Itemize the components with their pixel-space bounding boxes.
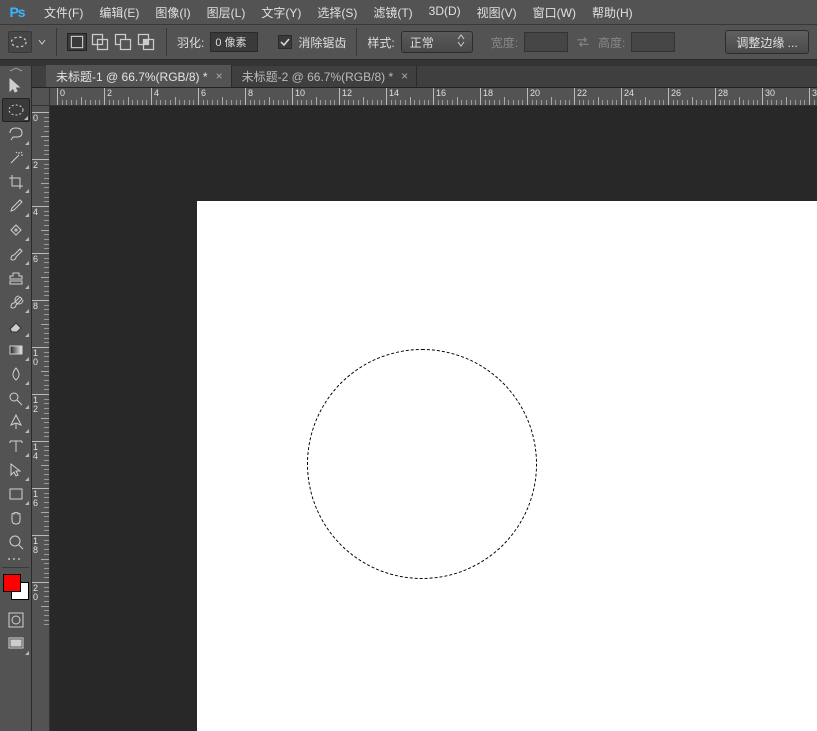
close-icon[interactable]: ×: [399, 69, 410, 83]
toolbox-more[interactable]: [0, 554, 28, 564]
wand-tool[interactable]: [2, 146, 30, 170]
stamp-tool[interactable]: [2, 266, 30, 290]
selection-new-icon[interactable]: [67, 33, 87, 51]
path-select-tool[interactable]: [2, 458, 30, 482]
menu-item[interactable]: 图层(L): [199, 1, 254, 24]
toolbox: [0, 66, 32, 731]
selection-intersect-icon[interactable]: [136, 33, 156, 51]
heal-tool[interactable]: [2, 218, 30, 242]
refine-edge-button[interactable]: 调整边缘 ...: [725, 30, 809, 54]
document-tab[interactable]: 未标题-2 @ 66.7%(RGB/8) * ×: [232, 65, 418, 87]
dodge-tool[interactable]: [2, 386, 30, 410]
options-bar: 羽化: 0 像素 消除锯齿 样式: 正常 宽度: 高度: 调整边缘 ...: [0, 24, 817, 60]
lasso-tool[interactable]: [2, 122, 30, 146]
ruler-horizontal[interactable]: 02468101214161820222426283032: [50, 88, 817, 106]
menu-item[interactable]: 文字(Y): [253, 1, 309, 24]
foreground-swatch[interactable]: [3, 574, 21, 592]
canvas-viewport[interactable]: [50, 106, 817, 731]
gradient-tool[interactable]: [2, 338, 30, 362]
quickmask-icon[interactable]: [2, 608, 30, 632]
document-tab-label: 未标题-2 @ 66.7%(RGB/8) *: [242, 68, 394, 85]
elliptical-selection-marquee: [307, 349, 537, 579]
style-label: 样式:: [367, 34, 394, 51]
antialias-checkbox[interactable]: [278, 35, 292, 49]
menu-item[interactable]: 编辑(E): [91, 1, 147, 24]
menu-item[interactable]: 滤镜(T): [365, 1, 420, 24]
preset-dropdown-icon[interactable]: [38, 35, 46, 49]
marquee-ellipse-tool[interactable]: [2, 98, 30, 122]
menu-bar: Ps 文件(F)编辑(E)图像(I)图层(L)文字(Y)选择(S)滤镜(T)3D…: [0, 0, 817, 24]
height-input: [631, 32, 675, 52]
history-brush-tool[interactable]: [2, 290, 30, 314]
close-icon[interactable]: ×: [214, 69, 225, 83]
crop-tool[interactable]: [2, 170, 30, 194]
menu-item[interactable]: 窗口(W): [525, 1, 584, 24]
ruler-vertical[interactable]: 02468101214161820: [32, 106, 50, 731]
rectangle-tool[interactable]: [2, 482, 30, 506]
feather-label: 羽化:: [177, 34, 204, 51]
ruler-origin[interactable]: [32, 88, 50, 106]
selection-mode-group: [67, 33, 156, 51]
type-tool[interactable]: [2, 434, 30, 458]
width-label: 宽度:: [491, 34, 518, 51]
menu-item[interactable]: 3D(D): [421, 1, 469, 24]
document-tab-label: 未标题-1 @ 66.7%(RGB/8) *: [56, 68, 208, 85]
menu-item[interactable]: 视图(V): [469, 1, 525, 24]
document-tab-bar: 未标题-1 @ 66.7%(RGB/8) *×未标题-2 @ 66.7%(RGB…: [32, 66, 817, 88]
tool-preset-icon[interactable]: [8, 31, 32, 53]
selection-subtract-icon[interactable]: [113, 33, 133, 51]
menu-item[interactable]: 图像(I): [147, 1, 198, 24]
hand-tool[interactable]: [2, 506, 30, 530]
eraser-tool[interactable]: [2, 314, 30, 338]
selection-add-icon[interactable]: [90, 33, 110, 51]
blur-tool[interactable]: [2, 362, 30, 386]
pen-tool[interactable]: [2, 410, 30, 434]
screenmode-icon[interactable]: [2, 632, 30, 656]
height-label: 高度:: [598, 34, 625, 51]
toolbox-grip[interactable]: [0, 66, 31, 74]
brush-tool[interactable]: [2, 242, 30, 266]
menu-item[interactable]: 帮助(H): [584, 1, 641, 24]
move-tool[interactable]: [2, 74, 30, 98]
menu-item[interactable]: 文件(F): [36, 1, 91, 24]
swap-wh-icon[interactable]: [574, 33, 592, 51]
zoom-tool[interactable]: [2, 530, 30, 554]
feather-input[interactable]: 0 像素: [210, 32, 258, 52]
antialias-label: 消除锯齿: [298, 34, 346, 51]
canvas[interactable]: [197, 201, 817, 731]
work-area: 02468101214161820222426283032 0246810121…: [32, 88, 817, 731]
eyedropper-tool[interactable]: [2, 194, 30, 218]
document-tab[interactable]: 未标题-1 @ 66.7%(RGB/8) * ×: [46, 65, 232, 87]
style-value: 正常: [410, 34, 434, 51]
width-input: [524, 32, 568, 52]
style-select[interactable]: 正常: [401, 31, 473, 53]
menu-item[interactable]: 选择(S): [309, 1, 365, 24]
color-swatches[interactable]: [1, 572, 31, 604]
app-logo: Ps: [4, 2, 30, 22]
